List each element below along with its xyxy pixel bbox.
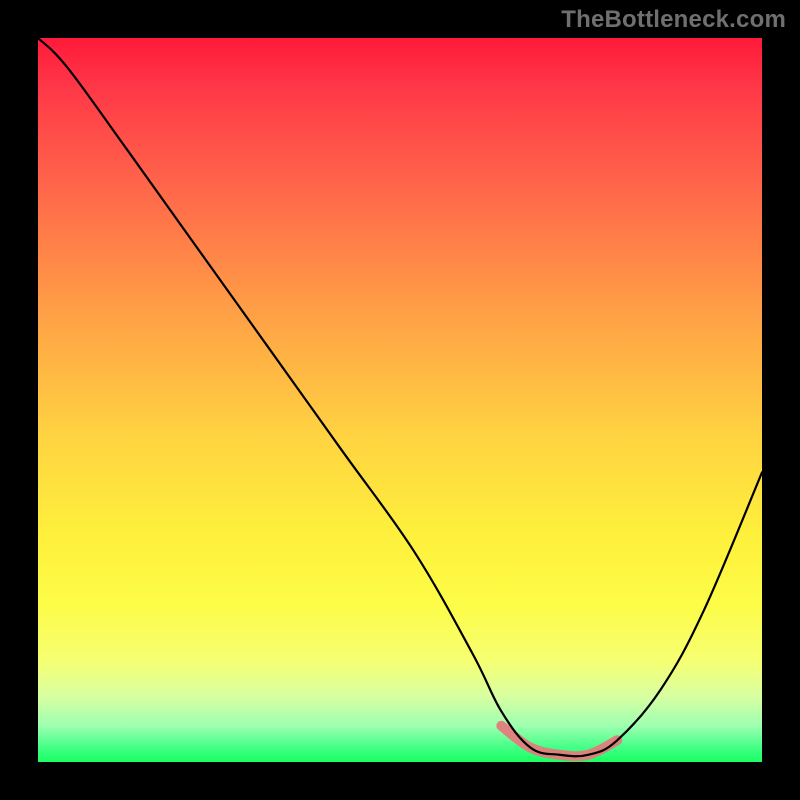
curve-layer [38,38,762,762]
chart-frame: TheBottleneck.com [0,0,800,800]
plot-area [38,38,762,762]
bottleneck-curve [38,38,762,756]
watermark-text: TheBottleneck.com [561,6,786,34]
